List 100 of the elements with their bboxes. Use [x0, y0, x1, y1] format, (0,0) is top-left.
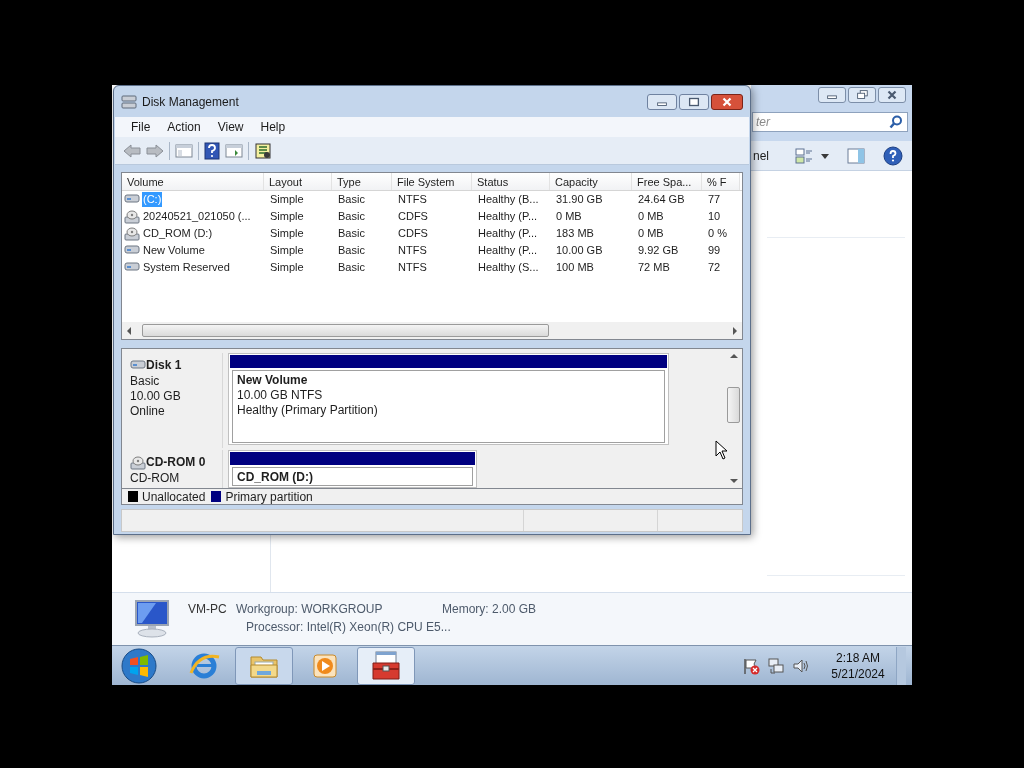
list-item[interactable]: System Reserved: [142, 260, 231, 275]
workgroup-label: Workgroup: WORKGROUP: [236, 601, 383, 618]
table-cell: 72 MB: [638, 260, 670, 275]
taskbar-button[interactable]: [357, 646, 415, 685]
table-cell: Basic: [338, 192, 365, 207]
menu-item[interactable]: Help: [260, 118, 286, 136]
table-cell: 77: [708, 192, 721, 207]
menu-item[interactable]: Action: [167, 118, 201, 136]
table-cell: Basic: [338, 243, 365, 258]
column-header[interactable]: Layout: [264, 173, 332, 190]
action-pane-icon[interactable]: [225, 142, 243, 159]
partition-info: 10.00 GB NTFS: [237, 388, 324, 403]
partition-name: New Volume: [237, 373, 309, 388]
help-icon[interactable]: [883, 145, 903, 166]
table-cell: Healthy (P...: [478, 243, 538, 258]
legend-label: Primary partition: [225, 488, 313, 506]
minimize-button[interactable]: [647, 93, 677, 110]
table-cell: Healthy (P...: [478, 209, 538, 224]
column-header[interactable]: Status: [472, 173, 550, 190]
partition-block[interactable]: New Volume 10.00 GB NTFS Healthy (Primary Partition): [228, 353, 669, 445]
partition-info: Healthy (Primary Partition): [237, 403, 379, 418]
properties-icon[interactable]: [254, 141, 272, 160]
search-field[interactable]: ter: [752, 112, 908, 132]
table-cell: Simple: [270, 243, 304, 258]
disk-info: CD-ROM: [130, 471, 181, 486]
table-cell: CDFS: [398, 226, 428, 241]
minimize-button[interactable]: [818, 87, 846, 103]
scroll-up-arrow-icon[interactable]: [729, 353, 738, 359]
table-cell: 100 MB: [556, 260, 594, 275]
partition-name: CD_ROM (D:): [237, 470, 314, 485]
network-icon[interactable]: [767, 656, 785, 675]
horizontal-scrollbar[interactable]: [122, 322, 742, 339]
table-cell: Simple: [270, 260, 304, 275]
disk-name: Disk 1: [146, 357, 182, 374]
table-cell: 10: [708, 209, 721, 224]
table-cell: Healthy (S...: [478, 260, 539, 275]
cd-drive-icon: [124, 225, 140, 242]
flag-icon[interactable]: [742, 656, 760, 675]
toolbox-icon: [369, 648, 403, 683]
table-cell: 0 MB: [556, 209, 582, 224]
table-cell: Simple: [270, 226, 304, 241]
computer-name: VM-PC: [188, 601, 227, 618]
table-cell: 99: [708, 243, 721, 258]
processor-label: Processor: Intel(R) Xeon(R) CPU E5...: [246, 619, 451, 636]
table-cell: 24.64 GB: [638, 192, 685, 207]
maximize-button[interactable]: [679, 93, 709, 110]
clock[interactable]: 2:18 AM 5/21/2024: [827, 649, 889, 682]
table-cell: 72: [708, 260, 721, 275]
table-cell: 10.00 GB: [556, 243, 603, 258]
table-cell: NTFS: [398, 243, 427, 258]
table-cell: Healthy (B...: [478, 192, 539, 207]
table-cell: Basic: [338, 260, 365, 275]
table-cell: 183 MB: [556, 226, 594, 241]
column-header[interactable]: Free Spa...: [632, 173, 702, 190]
close-button[interactable]: [711, 93, 743, 110]
legend-label: Unallocated: [142, 488, 206, 506]
column-header[interactable]: Volume: [122, 173, 264, 190]
disk-info: 10.00 GB: [130, 389, 182, 404]
cd-drive-icon: [130, 455, 146, 471]
table-cell: CDFS: [398, 209, 428, 224]
disk-name: CD-ROM 0: [146, 454, 206, 471]
table-cell: Basic: [338, 209, 365, 224]
list-item[interactable]: CD_ROM (D:): [142, 226, 214, 241]
table-cell: Simple: [270, 209, 304, 224]
window-title: Disk Management: [142, 93, 239, 111]
table-cell: Simple: [270, 192, 304, 207]
scroll-left-arrow-icon[interactable]: [126, 326, 132, 335]
column-header[interactable]: % F: [702, 173, 740, 190]
scroll-right-arrow-icon[interactable]: [732, 326, 738, 335]
table-cell: NTFS: [398, 192, 427, 207]
close-button[interactable]: [878, 87, 906, 103]
menu-item[interactable]: View: [217, 118, 244, 136]
help-icon[interactable]: [204, 141, 220, 160]
partition-block[interactable]: CD_ROM (D:): [228, 450, 477, 488]
column-header[interactable]: File System: [392, 173, 472, 190]
search-icon: [889, 115, 903, 129]
cursor-icon: [715, 440, 729, 460]
table-cell: 9.92 GB: [638, 243, 679, 258]
restore-button[interactable]: [848, 87, 876, 103]
list-item[interactable]: New Volume: [142, 243, 206, 258]
start-button[interactable]: [120, 646, 158, 685]
table-cell: Healthy (P...: [478, 226, 538, 241]
scrollbar-thumb[interactable]: [142, 324, 549, 337]
forward-arrow-icon[interactable]: [146, 142, 164, 159]
cd-drive-icon: [124, 208, 140, 225]
memory-label: Memory: 2.00 GB: [442, 601, 537, 618]
scroll-down-arrow-icon[interactable]: [729, 478, 738, 484]
back-arrow-icon[interactable]: [123, 142, 141, 159]
table-cell: 0 %: [708, 226, 727, 241]
menu-item[interactable]: File: [131, 118, 151, 136]
table-cell: Basic: [338, 226, 365, 241]
column-header[interactable]: Capacity: [550, 173, 632, 190]
table-cell: 0 MB: [638, 226, 664, 241]
list-item[interactable]: 20240521_021050 (...: [142, 209, 252, 224]
table-cell: 31.90 GB: [556, 192, 603, 207]
table-cell: NTFS: [398, 260, 427, 275]
table-cell: 0 MB: [638, 209, 664, 224]
column-header[interactable]: Type: [332, 173, 392, 190]
scrollbar-thumb[interactable]: [727, 387, 740, 423]
view-options-icon[interactable]: [795, 147, 829, 164]
